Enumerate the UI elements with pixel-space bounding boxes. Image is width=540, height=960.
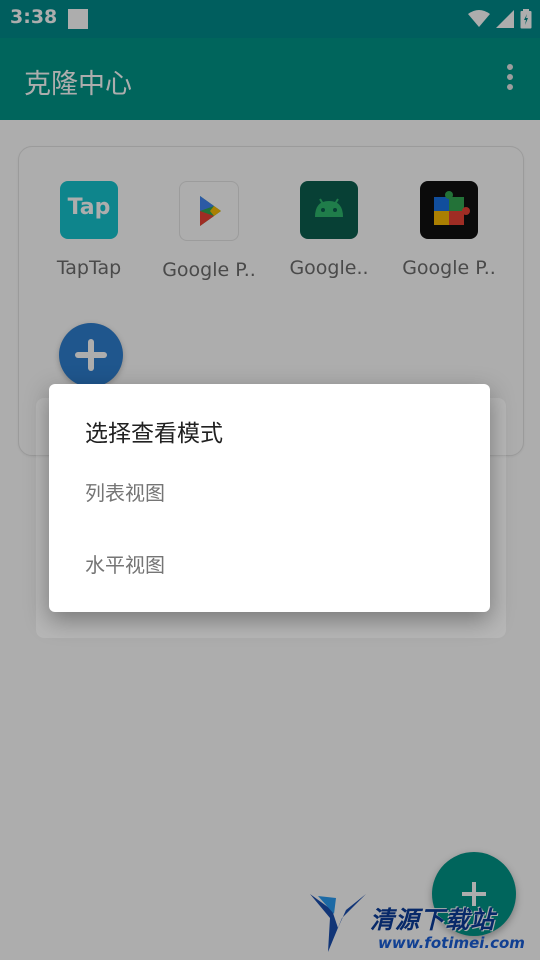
view-mode-dialog: 选择查看模式 列表视图 水平视图 (49, 384, 490, 612)
dialog-title: 选择查看模式 (85, 421, 223, 447)
option-horizontal-view[interactable]: 水平视图 (85, 540, 465, 590)
option-list-view[interactable]: 列表视图 (85, 468, 465, 518)
